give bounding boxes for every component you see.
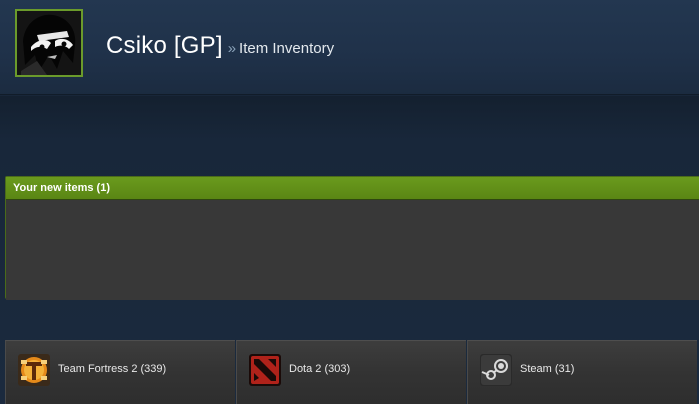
- avatar-image: [17, 11, 81, 75]
- game-tab-label: Team Fortress 2 (339): [58, 363, 167, 375]
- game-tab-steam[interactable]: Steam (31): [467, 340, 697, 404]
- steam-icon: [480, 354, 512, 386]
- persona-name-link[interactable]: Csiko [GP]: [106, 32, 223, 59]
- page-title: Csiko [GP]» Item Inventory: [106, 32, 334, 60]
- avatar[interactable]: [15, 9, 83, 77]
- new-items-body: [6, 200, 699, 300]
- page-subtitle: Item Inventory: [239, 40, 335, 57]
- game-tabs: Team Fortress 2 (339) Dota 2 (303) Steam…: [5, 340, 699, 404]
- profile-header: Csiko [GP]» Item Inventory: [0, 0, 699, 95]
- breadcrumb-separator: »: [227, 40, 237, 57]
- new-items-panel: Your new items (1): [5, 176, 699, 300]
- team-fortress-2-icon: [18, 354, 50, 386]
- game-tab-label: Steam (31): [520, 363, 575, 375]
- game-tab-team-fortress-2[interactable]: Team Fortress 2 (339): [5, 340, 235, 404]
- dota-2-icon: [249, 354, 281, 386]
- game-tab-label: Dota 2 (303): [289, 363, 351, 375]
- inventory-page: Csiko [GP]» Item Inventory Your new items…: [0, 0, 699, 404]
- game-tab-dota-2[interactable]: Dota 2 (303): [236, 340, 466, 404]
- new-items-header[interactable]: Your new items (1): [6, 177, 699, 200]
